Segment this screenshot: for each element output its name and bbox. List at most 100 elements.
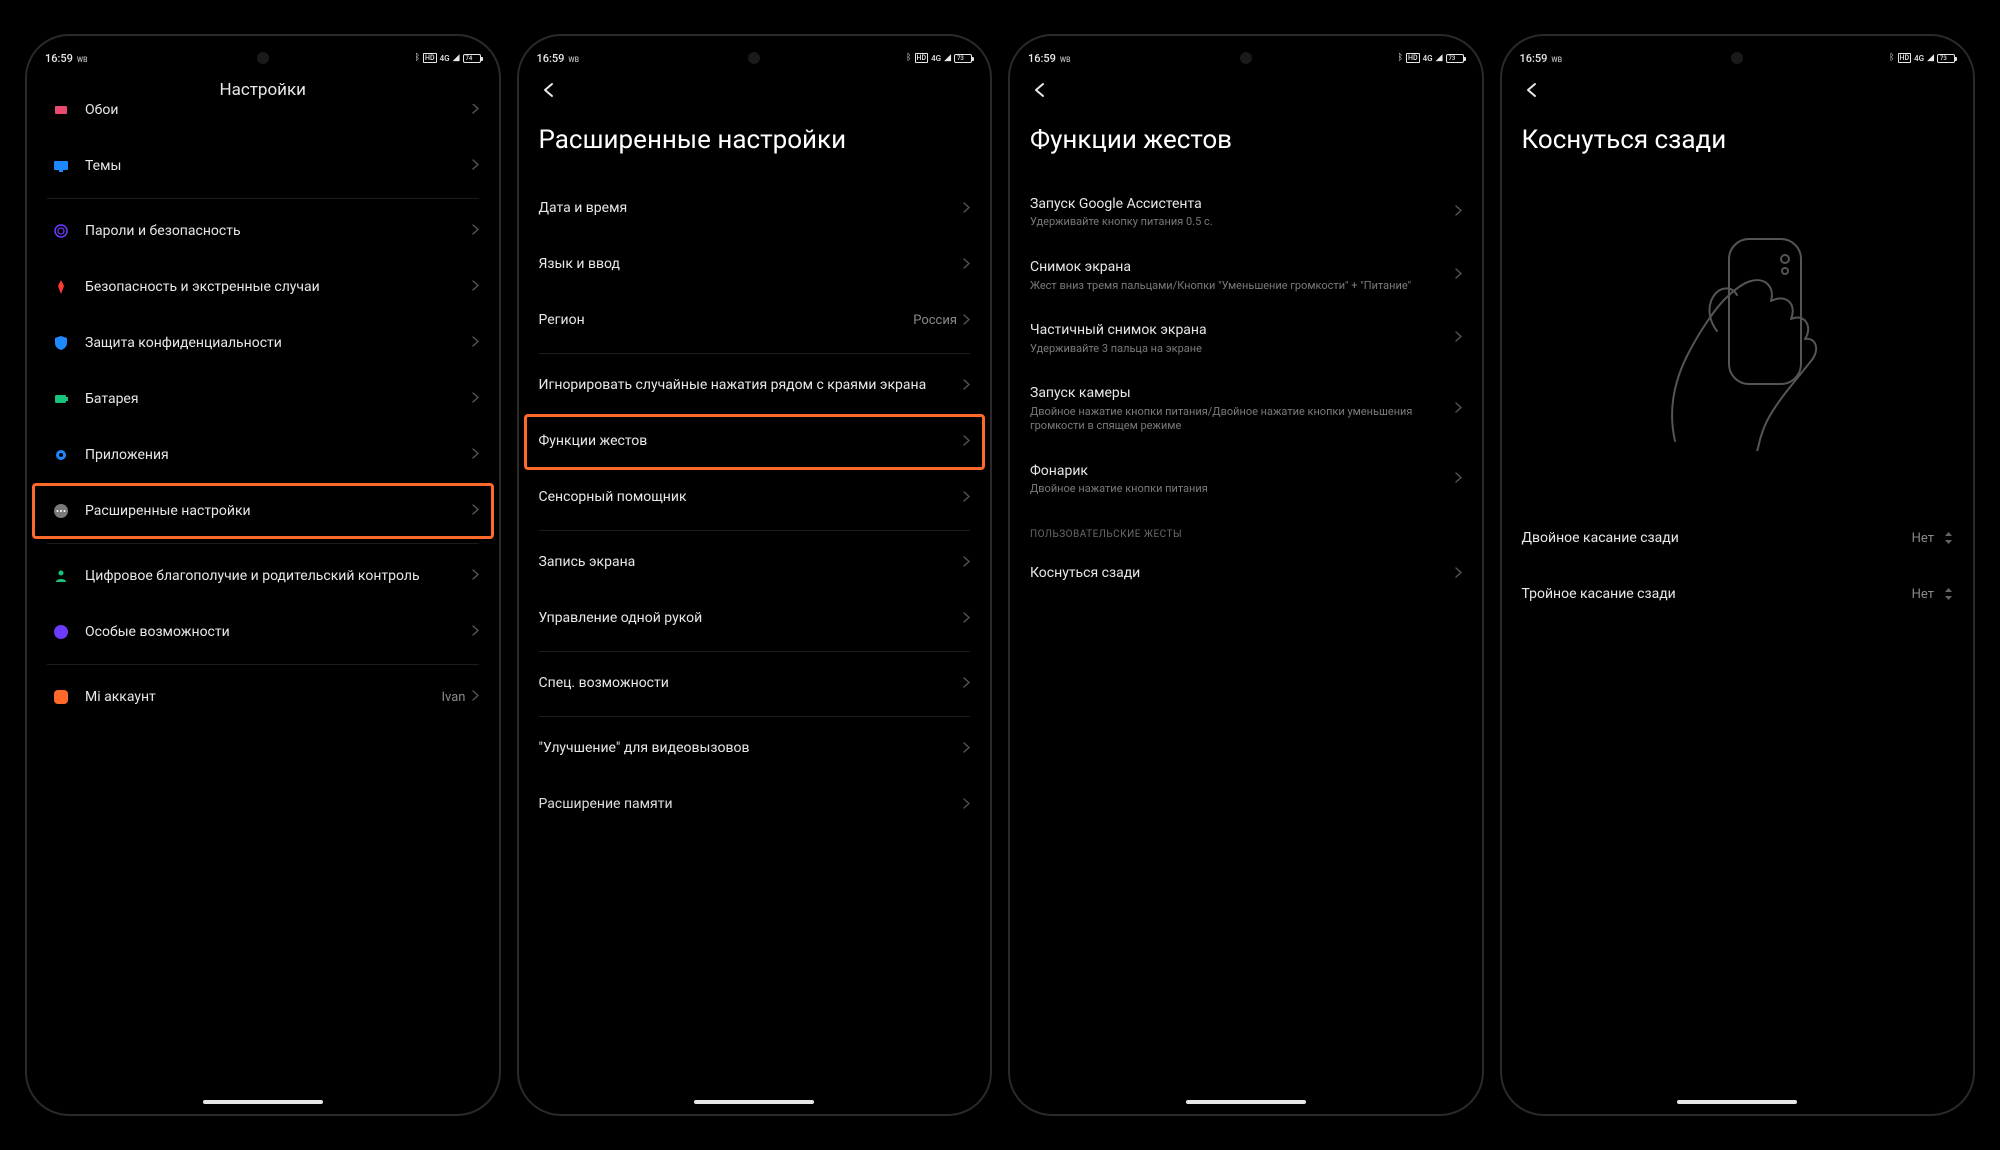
hd-icon: HD	[915, 53, 929, 63]
list-item-value: Ivan	[442, 690, 466, 705]
list-item[interactable]: Игнорировать случайные нажатия рядом с к…	[527, 358, 983, 414]
list-item[interactable]: Тройное касание сзадиНет	[1510, 567, 1966, 623]
chevron-right-icon	[472, 690, 479, 704]
list-item-label: Фонарик	[1030, 462, 1455, 481]
list-item[interactable]: Темы	[35, 138, 491, 194]
list-item[interactable]: Частичный снимок экранаУдерживайте 3 пал…	[1018, 307, 1474, 370]
back-button[interactable]	[1522, 80, 1542, 100]
list-item[interactable]: Коснуться сзади	[1018, 546, 1474, 602]
battery-icon: 73	[954, 54, 972, 63]
list-item[interactable]: Двойное касание сзадиНет	[1510, 511, 1966, 567]
back-button[interactable]	[1030, 80, 1050, 100]
signal-icon: ◢	[453, 53, 460, 63]
divider	[539, 353, 971, 354]
shield-icon	[47, 334, 75, 352]
themes-icon	[47, 157, 75, 175]
settings-list[interactable]: Дата и время Язык и ввод РегионРоссия Игнор…	[519, 181, 991, 1115]
chevron-right-icon	[472, 504, 479, 518]
bluetooth-icon: ᛒ	[906, 53, 911, 63]
phone-screen-2: 16:59WBᛒHD4G◢73Функции жестовЗапуск Goog…	[1008, 34, 1484, 1116]
list-item-label: Расширенные настройки	[85, 502, 472, 521]
chevron-right-icon	[472, 104, 479, 117]
settings-list[interactable]: Запуск Google АссистентаУдерживайте кноп…	[1010, 181, 1482, 1115]
list-item[interactable]: Запуск Google АссистентаУдерживайте кноп…	[1018, 181, 1474, 244]
gear-icon	[47, 446, 75, 464]
chevron-right-icon	[1455, 567, 1462, 581]
list-item[interactable]: Обои	[35, 104, 491, 138]
list-item[interactable]: ФонарикДвойное нажатие кнопки питания	[1018, 448, 1474, 511]
list-item[interactable]: Безопасность и экстренные случаи	[35, 259, 491, 315]
list-item-label: Защита конфиденциальности	[85, 334, 472, 353]
list-item-label: Язык и ввод	[539, 255, 964, 274]
list-item-label: Приложения	[85, 446, 472, 465]
home-indicator[interactable]	[203, 1100, 323, 1104]
page-title: Настройки	[47, 80, 479, 100]
list-item-label: Управление одной рукой	[539, 609, 964, 628]
list-item-label: Безопасность и экстренные случаи	[85, 278, 472, 297]
home-indicator[interactable]	[1677, 1100, 1797, 1104]
divider	[539, 716, 971, 717]
chevron-right-icon	[1455, 402, 1462, 416]
list-item[interactable]: Mi аккаунтIvan	[35, 669, 491, 725]
list-item[interactable]: Дата и время	[527, 181, 983, 237]
list-item[interactable]: Снимок экранаЖест вниз тремя пальцами/Кн…	[1018, 244, 1474, 307]
status-time: 16:59	[45, 52, 73, 65]
section-label: ПОЛЬЗОВАТЕЛЬСКИЕ ЖЕСТЫ	[1018, 511, 1474, 546]
chevron-right-icon	[1455, 472, 1462, 486]
list-item-label: Запись экрана	[539, 553, 964, 572]
header	[519, 72, 991, 104]
header: Настройки	[27, 72, 499, 104]
list-item[interactable]: Спец. возможности	[527, 656, 983, 712]
battery-icon: 73	[1937, 54, 1955, 63]
settings-list[interactable]: Двойное касание сзадиНетТройное касание …	[1502, 181, 1974, 1115]
back-button[interactable]	[539, 80, 559, 100]
sos-icon	[47, 278, 75, 296]
list-item[interactable]: "Улучшение" для видеовызовов	[527, 721, 983, 777]
header	[1502, 72, 1974, 104]
list-item[interactable]: Цифровое благополучие и родительский кон…	[35, 548, 491, 604]
chevron-right-icon	[963, 258, 970, 272]
chevron-right-icon	[963, 202, 970, 216]
list-item[interactable]: Язык и ввод	[527, 237, 983, 293]
bluetooth-icon: ᛒ	[415, 53, 420, 63]
list-item-sublabel: Двойное нажатие кнопки питания/Двойное н…	[1030, 405, 1455, 434]
list-item-label: Регион	[539, 311, 914, 330]
list-item[interactable]: Функции жестов	[524, 414, 986, 470]
list-item-label: Игнорировать случайные нажатия рядом с к…	[539, 376, 964, 395]
bluetooth-icon: ᛒ	[1889, 53, 1894, 63]
list-item[interactable]: Особые возможности	[35, 604, 491, 660]
chevron-right-icon	[472, 392, 479, 406]
list-item-label: Тройное касание сзади	[1522, 585, 1912, 604]
divider	[47, 198, 479, 199]
list-item-label: Спец. возможности	[539, 674, 964, 693]
signal-icon: ◢	[944, 53, 951, 63]
chevron-right-icon	[963, 677, 970, 691]
list-item[interactable]: Защита конфиденциальности	[35, 315, 491, 371]
list-item-label: Обои	[85, 104, 472, 119]
list-item[interactable]: Запуск камерыДвойное нажатие кнопки пита…	[1018, 370, 1474, 447]
settings-list[interactable]: Обои Темы Пароли и безопасность Безопасност…	[27, 104, 499, 1114]
list-item[interactable]: Расширенные настройки	[32, 483, 494, 539]
fingerprint-icon	[47, 222, 75, 240]
divider	[539, 651, 971, 652]
chevron-right-icon	[1455, 331, 1462, 345]
list-item-label: Пароли и безопасность	[85, 222, 472, 241]
list-item[interactable]: Управление одной рукой	[527, 591, 983, 647]
page-title: Коснуться сзади	[1502, 104, 1974, 181]
list-item[interactable]: Сенсорный помощник	[527, 470, 983, 526]
chevron-right-icon	[472, 280, 479, 294]
divider	[47, 543, 479, 544]
list-item-label: Mi аккаунт	[85, 688, 442, 707]
hd-icon: HD	[1406, 53, 1420, 63]
list-item[interactable]: Батарея	[35, 371, 491, 427]
home-indicator[interactable]	[1186, 1100, 1306, 1104]
list-item-label: Цифровое благополучие и родительский кон…	[85, 567, 472, 586]
home-indicator[interactable]	[694, 1100, 814, 1104]
list-item[interactable]: Запись экрана	[527, 535, 983, 591]
signal-icon: ◢	[1927, 53, 1934, 63]
list-item[interactable]: Приложения	[35, 427, 491, 483]
list-item[interactable]: РегионРоссия	[527, 293, 983, 349]
list-item[interactable]: Расширение памяти	[527, 777, 983, 833]
list-item[interactable]: Пароли и безопасность	[35, 203, 491, 259]
accessibility-icon	[47, 623, 75, 641]
